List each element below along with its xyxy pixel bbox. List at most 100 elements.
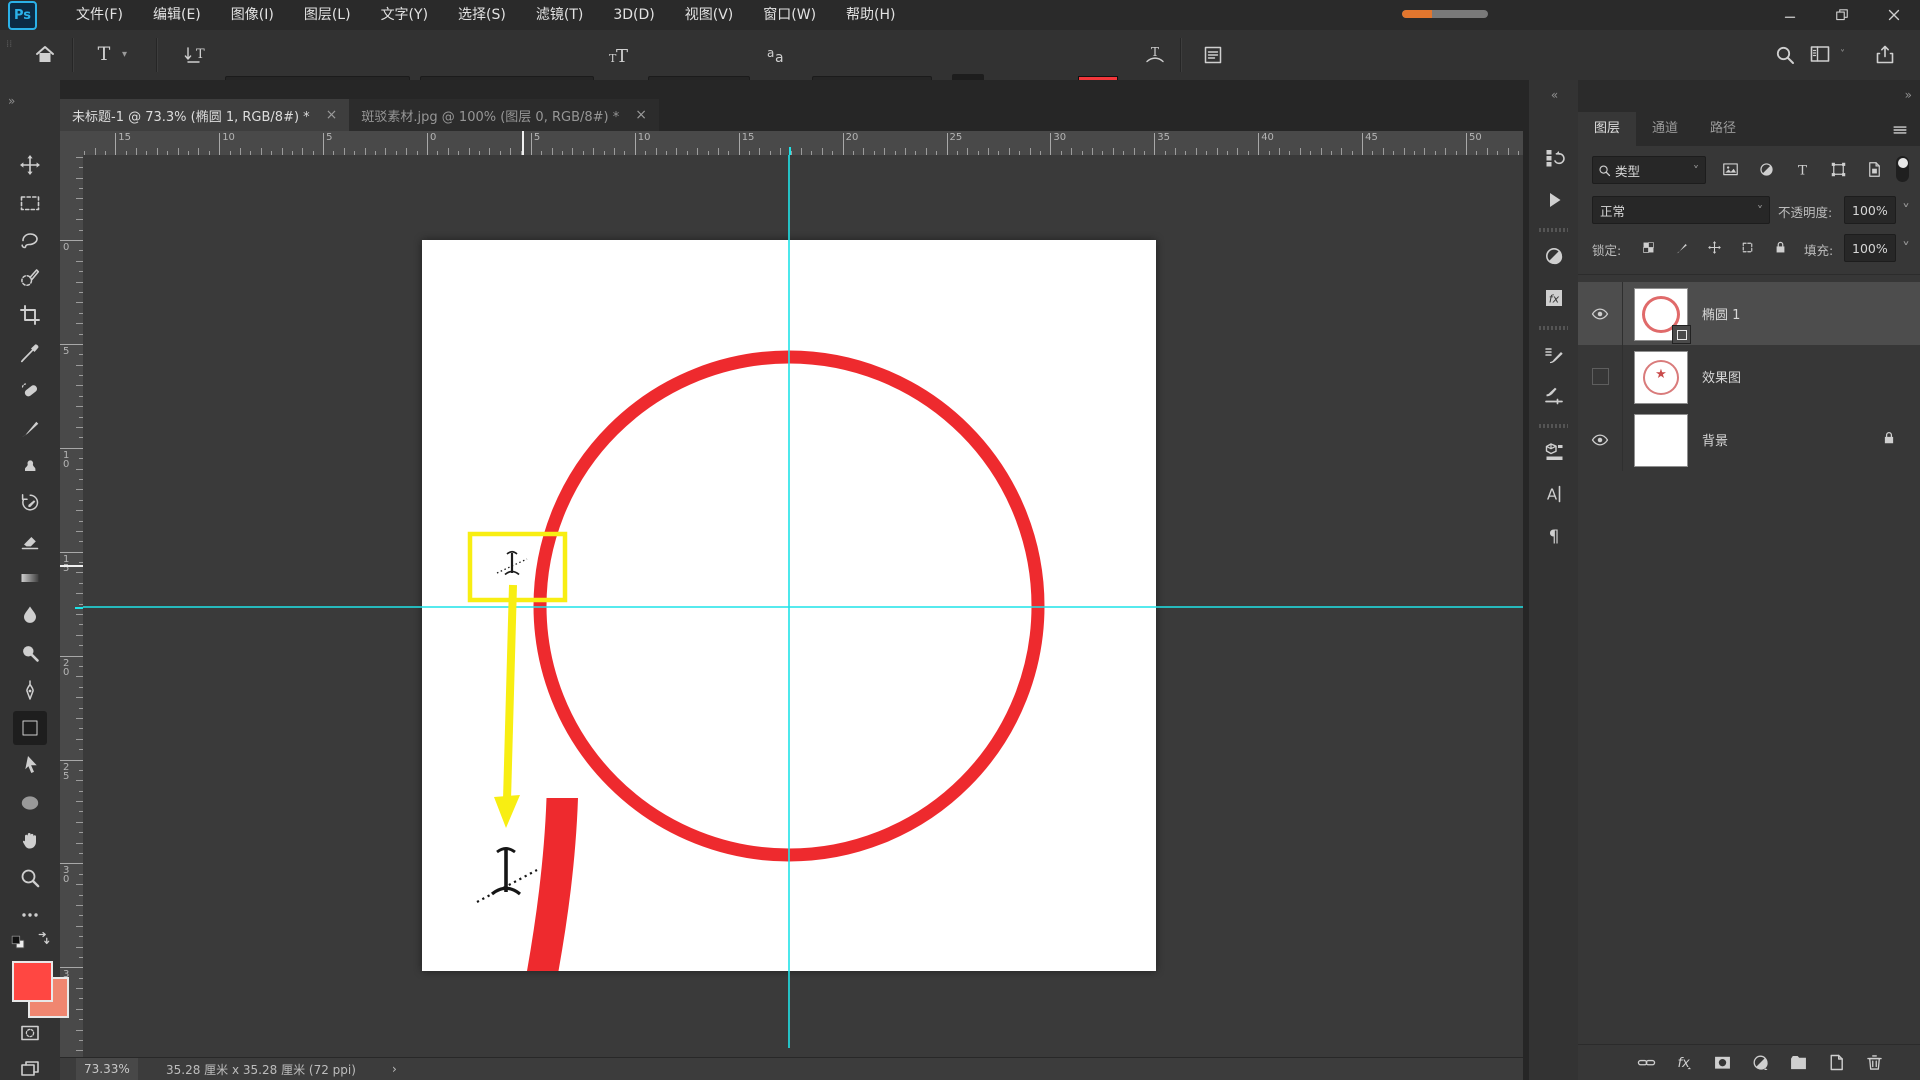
- panel-button-3d-icon[interactable]: [1538, 436, 1570, 468]
- spot-healing-brush-tool[interactable]: [13, 373, 47, 407]
- panel-collapse-chevron[interactable]: »: [1905, 88, 1910, 102]
- layer-mask-icon[interactable]: [1710, 1051, 1734, 1075]
- layer-visibility-eye-icon[interactable]: [1578, 282, 1623, 345]
- menu-item[interactable]: 图像(I): [216, 0, 289, 30]
- panel-button-brush-settings-icon[interactable]: [1538, 338, 1570, 370]
- menu-item[interactable]: 文字(Y): [366, 0, 443, 30]
- layer-row[interactable]: 椭圆 1: [1578, 282, 1920, 345]
- pixel-layer-filter-icon[interactable]: [1718, 157, 1742, 181]
- shape-layer-filter-icon[interactable]: [1826, 157, 1850, 181]
- quick-mask-icon[interactable]: [13, 1016, 47, 1050]
- lock-artboard-icon[interactable]: [1735, 235, 1759, 259]
- layer-thumbnail[interactable]: [1634, 288, 1688, 341]
- crop-tool[interactable]: [13, 298, 47, 332]
- screen-mode-icon[interactable]: [13, 1052, 47, 1080]
- panel-tab-channels[interactable]: 通道: [1636, 112, 1694, 146]
- zoom-tool[interactable]: [13, 861, 47, 895]
- menu-item[interactable]: 窗口(W): [748, 0, 831, 30]
- panel-tab-layers[interactable]: 图层: [1578, 112, 1636, 146]
- document-canvas[interactable]: [422, 240, 1156, 971]
- delete-layer-icon[interactable]: [1862, 1051, 1886, 1075]
- warp-text-icon[interactable]: T: [1138, 38, 1172, 72]
- lock-all-icon[interactable]: [1768, 235, 1792, 259]
- layer-visibility-empty[interactable]: [1578, 345, 1623, 408]
- eraser-tool[interactable]: [13, 523, 47, 557]
- layer-name[interactable]: 椭圆 1: [1702, 282, 1740, 345]
- chevron-down-icon[interactable]: ˅: [1894, 198, 1918, 222]
- eyedropper-tool[interactable]: [13, 336, 47, 370]
- document-tab[interactable]: 未标题-1 @ 73.3% (椭圆 1, RGB/8#) *×: [60, 99, 349, 131]
- swap-colors-icon[interactable]: [34, 930, 52, 948]
- link-layers-icon[interactable]: [1634, 1051, 1658, 1075]
- type-layer-filter-icon[interactable]: T: [1790, 157, 1814, 181]
- type-tool-preset[interactable]: T ▾: [92, 42, 127, 66]
- menu-item[interactable]: 图层(L): [289, 0, 366, 30]
- blend-mode-select[interactable]: 正常 ˅: [1592, 196, 1770, 224]
- layer-thumbnail[interactable]: ★: [1634, 351, 1688, 404]
- move-tool[interactable]: [13, 148, 47, 182]
- type-tool[interactable]: [13, 711, 47, 745]
- document-tab[interactable]: 斑驳素材.jpg @ 100% (图层 0, RGB/8#) *×: [349, 99, 659, 131]
- layer-visibility-eye-icon[interactable]: [1578, 408, 1623, 471]
- panel-button-history-icon[interactable]: [1538, 142, 1570, 174]
- chevron-down-icon[interactable]: ˅: [1894, 236, 1918, 260]
- left-ruler[interactable]: 05101520253035: [60, 155, 84, 1057]
- menu-item[interactable]: 视图(V): [670, 0, 749, 30]
- workspace-switcher[interactable]: ˅: [1808, 42, 1845, 66]
- brush-tool[interactable]: [13, 411, 47, 445]
- path-selection-tool[interactable]: [13, 748, 47, 782]
- search-icon[interactable]: [1768, 38, 1802, 72]
- strip-collapse-chevron[interactable]: «: [1551, 88, 1556, 102]
- menu-item[interactable]: 文件(F): [61, 0, 138, 30]
- blur-tool[interactable]: [13, 598, 47, 632]
- panel-button-actions-icon[interactable]: [1538, 184, 1570, 216]
- adjustment-layer-icon[interactable]: [1748, 1051, 1772, 1075]
- edit-toolbar-icon[interactable]: [13, 898, 47, 932]
- quick-selection-tool[interactable]: [13, 261, 47, 295]
- clone-stamp-tool[interactable]: [13, 448, 47, 482]
- layer-name[interactable]: 背景: [1702, 408, 1728, 471]
- default-colors-icon[interactable]: [8, 932, 28, 952]
- adjustment-layer-filter-icon[interactable]: [1754, 157, 1778, 181]
- status-chevron-icon[interactable]: ›: [392, 1058, 397, 1080]
- ellipse-tool[interactable]: [13, 786, 47, 820]
- opacity-field[interactable]: 100%: [1844, 196, 1896, 224]
- close-icon[interactable]: ×: [635, 107, 647, 123]
- group-icon[interactable]: [1786, 1051, 1810, 1075]
- layer-thumbnail[interactable]: [1634, 414, 1688, 467]
- lasso-tool[interactable]: [13, 223, 47, 257]
- dodge-tool[interactable]: [13, 636, 47, 670]
- canvas[interactable]: [83, 155, 1523, 1057]
- toolbar-collapse-chevron[interactable]: »: [8, 94, 13, 108]
- home-icon[interactable]: [28, 38, 62, 72]
- panel-button-brushes-icon[interactable]: [1538, 380, 1570, 412]
- panel-button-character-icon[interactable]: A: [1538, 478, 1570, 510]
- lock-transparency-icon[interactable]: [1636, 235, 1660, 259]
- ruler-corner[interactable]: [60, 131, 84, 156]
- lock-position-icon[interactable]: [1702, 235, 1726, 259]
- top-ruler[interactable]: 1510505101520253035404550: [83, 131, 1523, 156]
- smart-object-filter-icon[interactable]: [1862, 157, 1886, 181]
- menu-item[interactable]: 3D(D): [598, 0, 669, 30]
- menu-item[interactable]: 滤镜(T): [521, 0, 598, 30]
- lock-pixels-icon[interactable]: [1669, 235, 1693, 259]
- menu-item[interactable]: 帮助(H): [831, 0, 910, 30]
- layer-row[interactable]: 背景: [1578, 408, 1920, 471]
- panel-tab-paths[interactable]: 路径: [1694, 112, 1752, 146]
- fill-field[interactable]: 100%: [1844, 234, 1896, 262]
- layer-row[interactable]: ★效果图: [1578, 345, 1920, 408]
- history-brush-tool[interactable]: [13, 486, 47, 520]
- share-icon[interactable]: [1868, 38, 1902, 72]
- restore-icon[interactable]: [1816, 0, 1868, 30]
- pen-tool[interactable]: [13, 673, 47, 707]
- filter-toggle-switch[interactable]: [1896, 156, 1909, 182]
- new-layer-icon[interactable]: [1824, 1051, 1848, 1075]
- close-icon[interactable]: ×: [326, 107, 338, 123]
- type-orientation-icon[interactable]: T: [176, 38, 210, 72]
- panel-button-adjustments-icon[interactable]: [1538, 240, 1570, 272]
- menu-item[interactable]: 编辑(E): [138, 0, 216, 30]
- layer-effects-icon[interactable]: fx: [1672, 1051, 1696, 1075]
- panel-button-styles-icon[interactable]: fx: [1538, 282, 1570, 314]
- close-icon[interactable]: [1868, 0, 1920, 30]
- hand-tool[interactable]: [13, 823, 47, 857]
